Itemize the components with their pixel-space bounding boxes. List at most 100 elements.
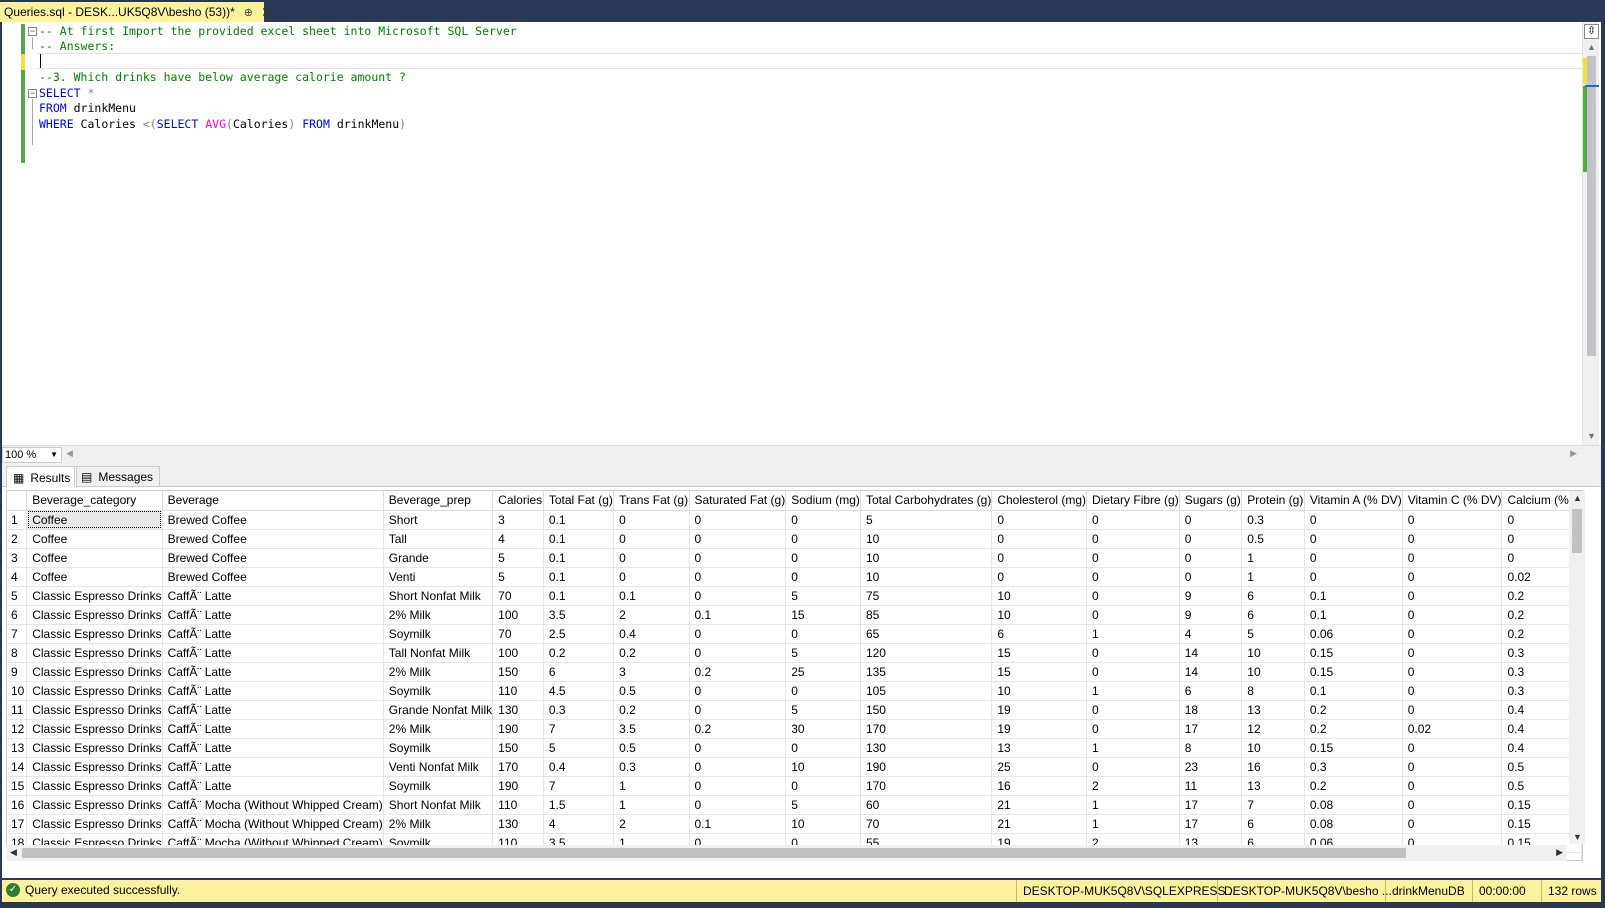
grid-cell[interactable]: Short (383, 510, 494, 530)
grid-cell[interactable]: 0.1 (543, 548, 615, 568)
grid-cell[interactable]: 17 (1179, 814, 1243, 834)
grid-cell[interactable]: 70 (492, 624, 544, 644)
grid-cell[interactable]: 0 (1402, 776, 1503, 796)
grid-cell[interactable]: 3 (492, 510, 544, 530)
grid-cell[interactable]: 0.15 (1304, 662, 1403, 682)
row-number[interactable]: 15 (7, 776, 28, 796)
grid-cell[interactable]: 11 (1179, 776, 1243, 796)
grid-cell[interactable]: 0 (689, 624, 787, 644)
scroll-thumb[interactable] (22, 848, 1406, 858)
grid-cell[interactable]: 0.1 (543, 567, 615, 587)
grid-cell[interactable]: Classic Espresso Drinks (26, 681, 163, 701)
fold-toggle-icon[interactable]: − (28, 89, 37, 98)
grid-cell[interactable]: 10 (991, 605, 1088, 625)
grid-cell[interactable]: Classic Espresso Drinks (26, 624, 163, 644)
column-header[interactable]: Dietary Fibre (g) (1086, 491, 1180, 511)
grid-cell[interactable]: 0 (1086, 567, 1180, 587)
row-number[interactable]: 13 (7, 738, 28, 758)
row-number[interactable]: 2 (7, 529, 28, 549)
grid-cell[interactable]: 15 (991, 662, 1088, 682)
grid-cell[interactable]: 10 (1241, 738, 1305, 758)
grid-cell[interactable]: 10 (1241, 662, 1305, 682)
grid-cell[interactable]: 0 (1402, 510, 1503, 530)
column-header[interactable]: Beverage_prep (383, 491, 494, 511)
grid-cell[interactable]: 2% Milk (383, 662, 494, 682)
grid-cell[interactable]: 110 (492, 795, 544, 815)
grid-cell[interactable]: 0.3 (543, 700, 615, 720)
grid-cell[interactable]: 3.5 (613, 719, 690, 739)
column-header[interactable]: Protein (g) (1241, 491, 1305, 511)
grid-cell[interactable]: 0.1 (543, 510, 615, 530)
grid-cell[interactable]: 9 (1179, 586, 1243, 606)
grid-cell[interactable]: 10 (860, 548, 993, 568)
row-number[interactable]: 5 (7, 586, 28, 606)
document-tab[interactable]: Queries.sql - DESK...UK5Q8V\besho (53))*… (0, 2, 273, 22)
scroll-left-icon[interactable]: ◀ (10, 847, 17, 858)
grid-cell[interactable]: 0 (1086, 719, 1180, 739)
grid-cell[interactable]: 25 (785, 662, 861, 682)
grid-cell[interactable]: 5 (492, 567, 544, 587)
grid-cell[interactable]: 21 (991, 814, 1088, 834)
grid-cell[interactable]: 0 (785, 548, 861, 568)
grid-cell[interactable]: 1 (1241, 567, 1305, 587)
row-number[interactable]: 17 (7, 814, 28, 834)
grid-cell[interactable]: 0 (1179, 567, 1243, 587)
grid-cell[interactable]: 0 (1086, 757, 1180, 777)
grid-cell[interactable]: 6 (1241, 814, 1305, 834)
grid-cell[interactable]: Classic Espresso Drinks (26, 814, 163, 834)
grid-cell[interactable]: Classic Espresso Drinks (26, 776, 163, 796)
grid-cell[interactable]: 0.2 (1304, 700, 1403, 720)
grid-cell[interactable]: 12 (1241, 719, 1305, 739)
grid-cell[interactable]: CaffÃ¨ Latte (162, 662, 384, 682)
grid-cell[interactable]: 0 (991, 567, 1088, 587)
grid-cell[interactable]: 0 (785, 738, 861, 758)
grid-cell[interactable]: 120 (860, 643, 993, 663)
row-number[interactable]: 6 (7, 605, 28, 625)
grid-cell[interactable]: 7 (543, 776, 615, 796)
row-number[interactable]: 1 (7, 510, 28, 530)
grid-cell[interactable]: 15 (785, 605, 861, 625)
grid-cell[interactable]: 130 (492, 700, 544, 720)
grid-cell[interactable]: 6 (1241, 586, 1305, 606)
grid-cell[interactable]: 2 (1086, 776, 1180, 796)
grid-cell[interactable]: 10 (785, 757, 861, 777)
grid-cell[interactable]: 0 (991, 510, 1088, 530)
grid-cell[interactable]: Coffee (26, 567, 163, 587)
grid-cell[interactable]: 5 (785, 586, 861, 606)
scroll-thumb[interactable] (1572, 509, 1582, 553)
grid-cell[interactable]: Coffee (26, 510, 163, 530)
grid-cell[interactable]: 1 (613, 776, 690, 796)
grid-cell[interactable]: 0 (1086, 643, 1180, 663)
grid-cell[interactable]: Short Nonfat Milk (383, 795, 494, 815)
grid-cell[interactable]: 105 (860, 681, 993, 701)
row-number[interactable]: 7 (7, 624, 28, 644)
grid-cell[interactable]: 0 (1304, 510, 1403, 530)
grid-cell[interactable]: 21 (991, 795, 1088, 815)
grid-cell[interactable]: Grande (383, 548, 494, 568)
grid-cell[interactable]: CaffÃ¨ Latte (162, 776, 384, 796)
grid-cell[interactable]: 4 (492, 529, 544, 549)
grid-cell[interactable]: 0.4 (543, 757, 615, 777)
row-number[interactable]: 12 (7, 719, 28, 739)
grid-cell[interactable]: 13 (1241, 776, 1305, 796)
grid-cell[interactable]: 0 (1402, 662, 1503, 682)
grid-cell[interactable]: 0 (1402, 814, 1503, 834)
grid-cell[interactable]: 190 (492, 719, 544, 739)
grid-cell[interactable]: 23 (1179, 757, 1243, 777)
grid-cell[interactable]: 0.5 (613, 738, 690, 758)
grid-cell[interactable]: CaffÃ¨ Latte (162, 700, 384, 720)
grid-cell[interactable]: Coffee (26, 548, 163, 568)
grid-cell[interactable]: 0 (1402, 700, 1503, 720)
grid-cell[interactable]: 2% Milk (383, 605, 494, 625)
grid-cell[interactable]: 13 (1241, 700, 1305, 720)
grid-cell[interactable]: 0.1 (613, 586, 690, 606)
row-number[interactable]: 10 (7, 681, 28, 701)
grid-cell[interactable]: 5 (785, 643, 861, 663)
grid-cell[interactable]: 85 (860, 605, 993, 625)
grid-cell[interactable]: 8 (1241, 681, 1305, 701)
grid-cell[interactable]: 17 (1179, 795, 1243, 815)
grid-cell[interactable]: Coffee (26, 529, 163, 549)
grid-cell[interactable]: 0 (1402, 643, 1503, 663)
grid-cell[interactable]: 3 (613, 662, 690, 682)
grid-cell[interactable]: 0.1 (543, 586, 615, 606)
